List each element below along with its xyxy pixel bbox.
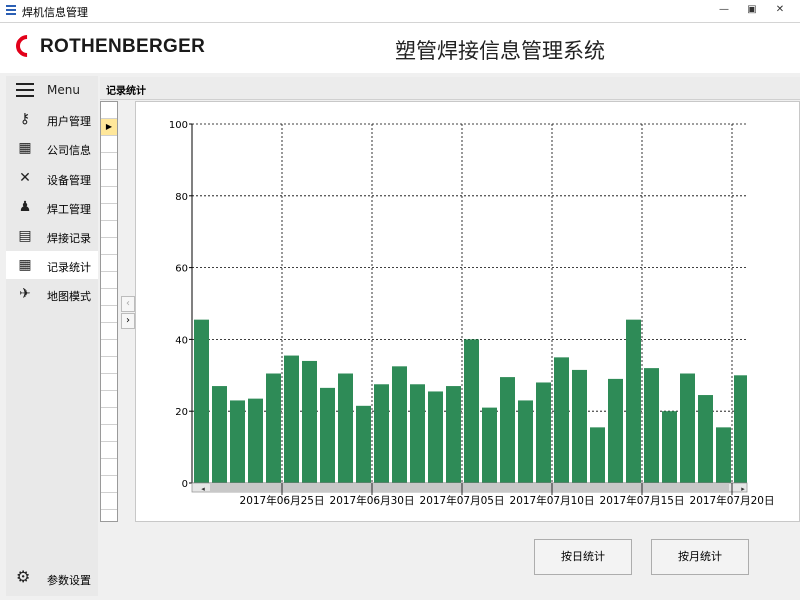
daily-statistics-button[interactable]: 按日统计 xyxy=(534,539,632,575)
tab-label: 记录统计 xyxy=(106,86,146,97)
bar[interactable] xyxy=(698,395,713,483)
y-tick-label: 100 xyxy=(169,120,188,131)
hamburger-icon xyxy=(16,83,34,97)
plane-icon: ✈ xyxy=(19,286,31,302)
bar[interactable] xyxy=(212,386,227,483)
sidebar-item-label: 记录统计 xyxy=(47,261,91,274)
action-bar: 按日统计 按月统计 xyxy=(100,523,800,600)
bar[interactable] xyxy=(338,373,353,483)
monthly-statistics-button[interactable]: 按月统计 xyxy=(651,539,749,575)
bar[interactable] xyxy=(482,407,497,483)
scroll-left-icon[interactable]: ◂ xyxy=(201,485,205,493)
bar[interactable] xyxy=(680,373,695,483)
sidebar-item-label: 焊工管理 xyxy=(47,203,91,216)
bar[interactable] xyxy=(410,384,425,483)
settings-label: 参数设置 xyxy=(47,574,91,587)
rothenberger-logo: ROTHENBERGER xyxy=(11,30,226,62)
bar[interactable] xyxy=(518,400,533,483)
minimize-button[interactable]: — xyxy=(716,3,732,17)
sidebar-item-welder-management[interactable]: ♟ 焊工管理 xyxy=(6,193,98,221)
y-tick-label: 60 xyxy=(175,264,188,275)
sidebar-item-map-mode[interactable]: ✈ 地图模式 xyxy=(6,280,98,308)
sidebar-item-user-management[interactable]: ⚷ 用户管理 xyxy=(6,105,98,133)
chart-scrollbar-thumb[interactable] xyxy=(210,484,729,491)
bar[interactable] xyxy=(590,427,605,483)
menu-label: Menu xyxy=(47,83,80,97)
y-tick-label: 0 xyxy=(182,479,188,490)
collapse-left-button[interactable]: ‹ xyxy=(121,296,135,312)
menu-toggle[interactable]: Menu xyxy=(6,76,98,104)
window-title: 焊机信息管理 xyxy=(22,6,88,19)
app-header: ROTHENBERGER 塑管焊接信息管理系统 xyxy=(0,23,800,73)
bar[interactable] xyxy=(536,382,551,483)
bar[interactable] xyxy=(230,400,245,483)
panel-splitter: ‹ › xyxy=(120,101,135,522)
x-tick-label: 2017年07月10日 xyxy=(510,494,595,507)
y-tick-label: 20 xyxy=(175,407,188,418)
close-button[interactable]: ✕ xyxy=(772,3,788,17)
app-title: 塑管焊接信息管理系统 xyxy=(395,39,605,63)
row-selector-arrow-icon: ▶ xyxy=(101,119,117,135)
bar[interactable] xyxy=(644,368,659,483)
bar[interactable] xyxy=(266,373,281,483)
maximize-button[interactable]: ▣ xyxy=(744,3,760,17)
sidebar: Menu ⚷ 用户管理 ▦ 公司信息 ✕ 设备管理 ♟ 焊工管理 ▤ 焊接记录 … xyxy=(6,76,98,596)
gear-icon: ⚙ xyxy=(16,567,31,586)
bar[interactable] xyxy=(284,355,299,483)
sidebar-item-label: 设备管理 xyxy=(47,174,91,187)
bar[interactable] xyxy=(446,386,461,483)
sidebar-item-label: 用户管理 xyxy=(47,115,91,128)
sidebar-item-company-info[interactable]: ▦ 公司信息 xyxy=(6,134,98,162)
statistics-chart: 0 20 40 60 80 100 ◂ ▸ 2017年06月25日 2017年06月30日 2017… xyxy=(135,101,800,522)
bar[interactable] xyxy=(626,319,641,483)
document-icon: ▤ xyxy=(18,228,32,244)
x-tick-label: 2017年07月15日 xyxy=(600,494,685,507)
bar[interactable] xyxy=(392,366,407,483)
logo-text: ROTHENBERGER xyxy=(40,36,206,57)
bar[interactable] xyxy=(320,387,335,483)
expand-right-button[interactable]: › xyxy=(121,313,135,329)
sidebar-item-device-management[interactable]: ✕ 设备管理 xyxy=(6,164,98,192)
record-grid[interactable]: ▶ xyxy=(100,101,118,522)
sidebar-item-label: 公司信息 xyxy=(47,144,91,157)
bar[interactable] xyxy=(716,427,731,483)
app-icon xyxy=(6,5,16,15)
bar[interactable] xyxy=(662,411,677,483)
bar[interactable] xyxy=(608,378,623,483)
bar[interactable] xyxy=(356,405,371,483)
bar[interactable] xyxy=(302,360,317,483)
sidebar-item-welding-records[interactable]: ▤ 焊接记录 xyxy=(6,222,98,250)
tab-record-statistics[interactable]: 记录统计 xyxy=(100,77,800,100)
x-tick-label: 2017年07月20日 xyxy=(690,494,775,507)
sidebar-item-settings[interactable]: ⚙ 参数设置 xyxy=(6,564,98,592)
sidebar-item-record-statistics[interactable]: ▦ 记录统计 xyxy=(6,251,98,279)
bar[interactable] xyxy=(572,369,587,483)
x-tick-label: 2017年06月25日 xyxy=(240,494,325,507)
title-bar: 焊机信息管理 — ▣ ✕ xyxy=(0,0,800,23)
bar[interactable] xyxy=(734,375,747,483)
table-icon: ▦ xyxy=(18,257,32,273)
bar[interactable] xyxy=(464,339,479,483)
bar[interactable] xyxy=(248,398,263,483)
person-icon: ♟ xyxy=(18,199,32,215)
building-icon: ▦ xyxy=(18,140,32,156)
key-icon: ⚷ xyxy=(19,111,31,127)
chart-svg: 0 20 40 60 80 100 ◂ ▸ 2017年06月25日 2017年06月30日 2017… xyxy=(169,120,775,507)
bar[interactable] xyxy=(374,384,389,483)
y-tick-label: 80 xyxy=(175,192,188,203)
bar[interactable] xyxy=(554,357,569,483)
y-tick-label: 40 xyxy=(175,335,188,346)
bar[interactable] xyxy=(428,391,443,483)
logo-arc-icon xyxy=(11,30,43,62)
x-tick-label: 2017年06月30日 xyxy=(330,494,415,507)
sidebar-item-label: 地图模式 xyxy=(47,290,91,303)
bar[interactable] xyxy=(500,377,515,483)
sidebar-item-label: 焊接记录 xyxy=(47,232,91,245)
scroll-right-icon[interactable]: ▸ xyxy=(741,485,745,493)
bar[interactable] xyxy=(194,319,209,483)
tools-icon: ✕ xyxy=(19,170,31,186)
x-tick-label: 2017年07月05日 xyxy=(420,494,505,507)
